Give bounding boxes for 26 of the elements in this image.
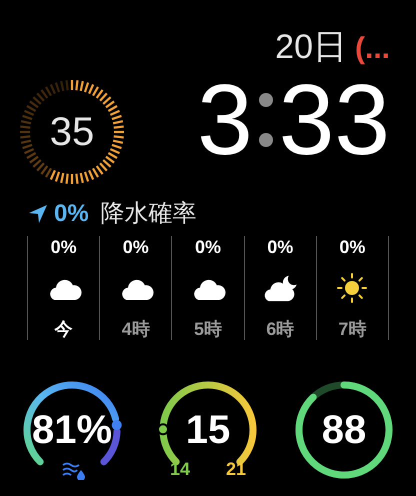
max-temperature: 21 [226,460,246,478]
hour-label: 今 [54,320,73,338]
activity-indicator: (... [355,34,390,64]
hour-label: 6時 [266,320,294,338]
minute: 33 [278,70,390,170]
sun-icon [337,273,368,303]
cloud-moon-icon [262,274,298,302]
hour-precipitation: 0% [267,238,294,256]
gauge-value: 81% [32,410,112,450]
date: 20日 [275,30,347,64]
gauge-value: 88 [322,410,366,450]
precipitation-label: 降水確率 [100,202,197,226]
hour-precipitation: 0% [339,238,366,256]
hour-label: 4時 [122,320,150,338]
hour-precipitation: 0% [195,238,222,256]
seconds-value: 35 [50,112,94,152]
hour: 3 [197,70,253,170]
min-temperature: 14 [170,460,190,478]
precipitation-value: 0% [54,202,89,226]
hour-precipitation: 0% [122,238,149,256]
wind-drop-icon [62,462,86,480]
hour-precipitation: 0% [50,238,77,256]
hour-label: 5時 [194,320,222,338]
hour-label: 7時 [338,320,366,338]
gauge-value: 15 [186,410,230,450]
location-arrow-icon [28,204,48,224]
